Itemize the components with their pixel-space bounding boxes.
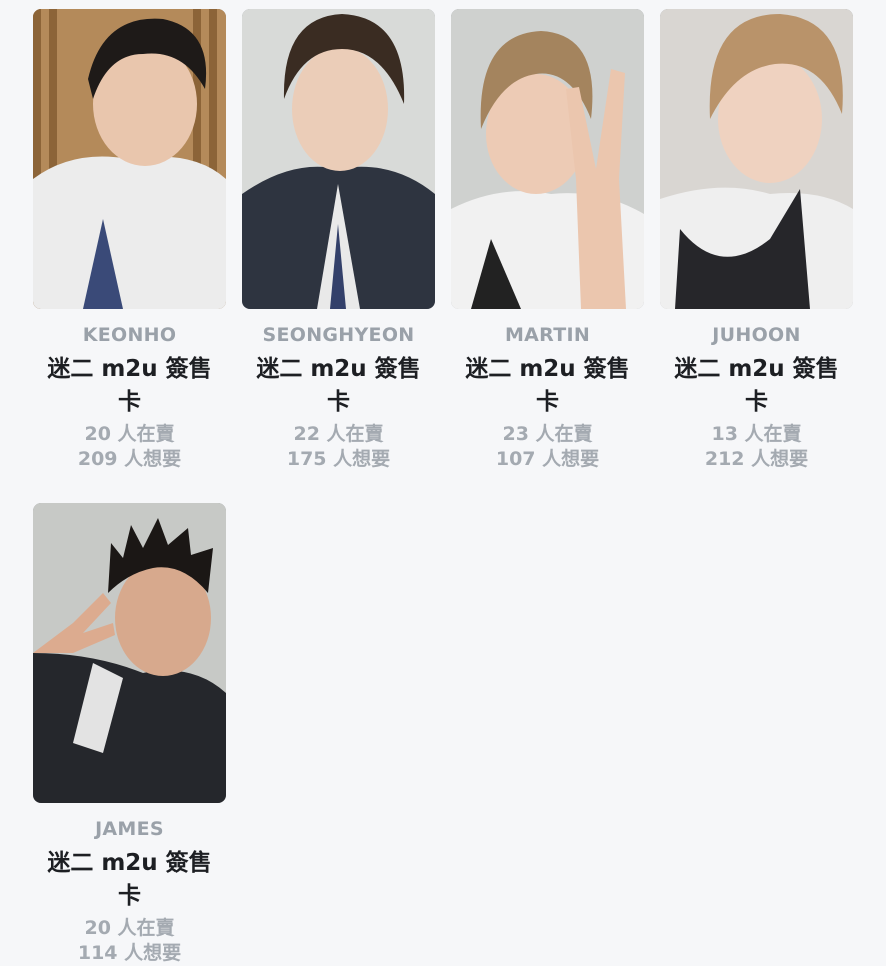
- portrait-photo: [242, 9, 435, 309]
- photocard-image[interactable]: [451, 9, 644, 309]
- portrait-photo: [33, 503, 226, 803]
- photocard-image[interactable]: [33, 503, 226, 803]
- card-title[interactable]: 迷二 m2u 簽售卡: [42, 847, 217, 913]
- photocard-item[interactable]: KEONHO 迷二 m2u 簽售卡 20 人在賣 209 人想要: [33, 9, 226, 472]
- photocard-item[interactable]: JAMES 迷二 m2u 簽售卡 20 人在賣 114 人想要: [33, 503, 226, 966]
- wanting-count: 114 人想要: [77, 942, 182, 964]
- photocard-item[interactable]: JUHOON 迷二 m2u 簽售卡 13 人在賣 212 人想要: [660, 9, 853, 472]
- card-title[interactable]: 迷二 m2u 簽售卡: [669, 353, 844, 419]
- member-name: MARTIN: [504, 324, 591, 346]
- wanting-count: 175 人想要: [286, 448, 391, 470]
- selling-count: 23 人在賣: [502, 423, 593, 445]
- card-title[interactable]: 迷二 m2u 簽售卡: [460, 353, 635, 419]
- photocard-item[interactable]: SEONGHYEON 迷二 m2u 簽售卡 22 人在賣 175 人想要: [242, 9, 435, 472]
- photocard-image[interactable]: [33, 9, 226, 309]
- member-name: JUHOON: [712, 324, 801, 346]
- selling-count: 20 人在賣: [84, 917, 175, 939]
- photocard-image[interactable]: [242, 9, 435, 309]
- selling-count: 13 人在賣: [711, 423, 802, 445]
- photocard-image[interactable]: [660, 9, 853, 309]
- photocard-item[interactable]: MARTIN 迷二 m2u 簽售卡 23 人在賣 107 人想要: [451, 9, 644, 472]
- portrait-photo: [451, 9, 644, 309]
- member-name: SEONGHYEON: [262, 324, 415, 346]
- wanting-count: 209 人想要: [77, 448, 182, 470]
- member-name: JAMES: [95, 818, 164, 840]
- wanting-count: 107 人想要: [495, 448, 600, 470]
- wanting-count: 212 人想要: [704, 448, 809, 470]
- selling-count: 20 人在賣: [84, 423, 175, 445]
- portrait-photo: [660, 9, 853, 309]
- selling-count: 22 人在賣: [293, 423, 384, 445]
- member-name: KEONHO: [82, 324, 177, 346]
- portrait-photo: [33, 9, 226, 309]
- card-title[interactable]: 迷二 m2u 簽售卡: [42, 353, 217, 419]
- card-title[interactable]: 迷二 m2u 簽售卡: [251, 353, 426, 419]
